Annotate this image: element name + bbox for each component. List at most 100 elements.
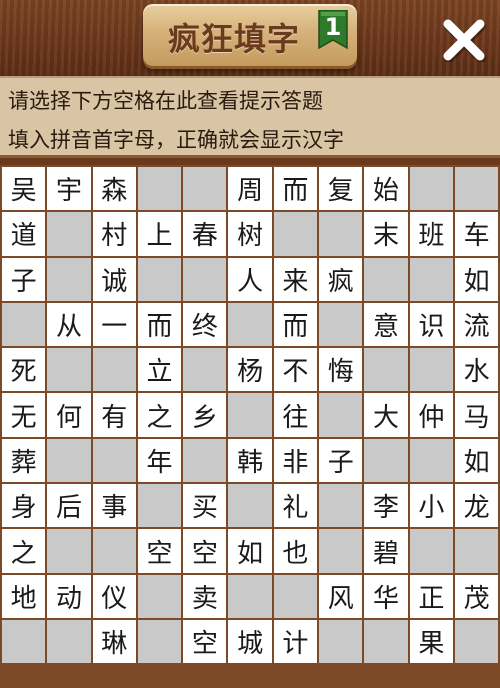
grid-cell[interactable]: 卖 (183, 574, 227, 618)
grid-cell[interactable]: 城 (228, 619, 272, 664)
grid-cell[interactable]: 吴 (2, 167, 46, 211)
grid-cell[interactable]: 意 (364, 302, 408, 347)
grid-cell[interactable]: 空 (137, 529, 182, 573)
grid-cell[interactable]: 车 (454, 212, 499, 256)
grid-cell[interactable]: 葬 (2, 438, 46, 483)
grid-cell[interactable]: 流 (454, 302, 499, 347)
grid-cell[interactable]: 森 (92, 167, 136, 211)
grid-cell[interactable]: 而 (273, 167, 318, 211)
grid-cell-empty (409, 257, 453, 301)
grid-cell[interactable]: 村 (92, 212, 136, 256)
grid-cell[interactable]: 如 (454, 257, 499, 301)
grid-cell[interactable]: 正 (409, 574, 453, 618)
grid-cell-empty (228, 574, 272, 618)
grid-cell[interactable]: 复 (319, 167, 363, 211)
grid-cell[interactable]: 而 (137, 302, 182, 347)
grid-cell[interactable]: 非 (273, 438, 318, 483)
grid-cell[interactable]: 礼 (273, 484, 318, 528)
grid-cell[interactable]: 身 (2, 484, 46, 528)
grid-cell[interactable]: 韩 (228, 438, 272, 483)
grid-cell[interactable]: 何 (47, 393, 91, 437)
grid-cell[interactable]: 仪 (92, 574, 136, 618)
grid-cell[interactable]: 之 (137, 393, 182, 437)
grid-cell[interactable]: 空 (183, 619, 227, 664)
grid-cell[interactable]: 始 (364, 167, 408, 211)
grid-cell[interactable]: 大 (364, 393, 408, 437)
grid-cell[interactable]: 而 (273, 302, 318, 347)
level-flag-icon: 1 (317, 9, 349, 50)
grid-cell[interactable]: 仲 (409, 393, 453, 437)
grid-cell-empty (137, 484, 182, 528)
grid-cell[interactable]: 宇 (47, 167, 91, 211)
grid-cell[interactable]: 人 (228, 257, 272, 301)
grid-cell[interactable]: 乡 (183, 393, 227, 437)
grid-cell[interactable]: 碧 (364, 529, 408, 573)
grid-cell[interactable]: 来 (273, 257, 318, 301)
grid-cell[interactable]: 有 (92, 393, 136, 437)
grid-cell-empty (137, 167, 182, 211)
grid-cell[interactable]: 空 (183, 529, 227, 573)
grid-cell[interactable]: 立 (137, 348, 182, 392)
grid-cell[interactable]: 死 (2, 348, 46, 392)
grid-cell[interactable]: 也 (273, 529, 318, 573)
grid-cell[interactable]: 树 (228, 212, 272, 256)
grid-cell[interactable]: 如 (228, 529, 272, 573)
grid-cell[interactable]: 无 (2, 393, 46, 437)
crossword-grid: 吴宇森周而复始道村上春树末班车子诚人来疯如从一而终而意识流死立杨不悔水无何有之乡… (2, 167, 499, 664)
grid-cell[interactable]: 悔 (319, 348, 363, 392)
grid-cell[interactable]: 末 (364, 212, 408, 256)
grid-cell[interactable]: 杨 (228, 348, 272, 392)
grid-cell[interactable]: 后 (47, 484, 91, 528)
grid-cell[interactable]: 不 (273, 348, 318, 392)
title-plaque: 疯狂填字 1 (143, 4, 357, 66)
grid-cell[interactable]: 李 (364, 484, 408, 528)
grid-cell[interactable]: 果 (409, 619, 453, 664)
grid-cell[interactable]: 计 (273, 619, 318, 664)
grid-cell[interactable]: 小 (409, 484, 453, 528)
grid-cell[interactable]: 茂 (454, 574, 499, 618)
grid-cell[interactable]: 从 (47, 302, 91, 347)
level-number: 1 (324, 13, 342, 41)
grid-cell[interactable]: 识 (409, 302, 453, 347)
game-title: 疯狂填字 (167, 20, 300, 58)
grid-cell[interactable]: 之 (2, 529, 46, 573)
grid-cell[interactable]: 地 (2, 574, 46, 618)
grid-cell[interactable]: 子 (2, 257, 46, 301)
grid-cell-empty (273, 574, 318, 618)
grid-cell[interactable]: 疯 (319, 257, 363, 301)
grid-cell[interactable]: 华 (364, 574, 408, 618)
grid-cell[interactable]: 马 (454, 393, 499, 437)
grid-cell-empty (454, 529, 499, 573)
grid-cell[interactable]: 买 (183, 484, 227, 528)
grid-cell[interactable]: 水 (454, 348, 499, 392)
grid-cell-empty (364, 619, 408, 664)
grid-cell[interactable]: 往 (273, 393, 318, 437)
grid-cell-empty (364, 438, 408, 483)
grid-cell-empty (454, 167, 499, 211)
hint-line-1: 请选择下方空格在此查看提示答题 (8, 89, 323, 113)
grid-cell[interactable]: 如 (454, 438, 499, 483)
grid-cell[interactable]: 龙 (454, 484, 499, 528)
grid-cell[interactable]: 班 (409, 212, 453, 256)
grid-cell[interactable]: 春 (183, 212, 227, 256)
hint-panel: 请选择下方空格在此查看提示答题 填入拼音首字母，正确就会显示汉字 (0, 76, 500, 158)
grid-cell[interactable]: 事 (92, 484, 136, 528)
grid-cell[interactable]: 终 (183, 302, 227, 347)
grid-cell[interactable]: 诚 (92, 257, 136, 301)
grid-cell[interactable]: 子 (319, 438, 363, 483)
grid-cell[interactable]: 周 (228, 167, 272, 211)
grid-cell[interactable]: 琳 (92, 619, 136, 664)
grid-cell[interactable]: 道 (2, 212, 46, 256)
grid-cell[interactable]: 动 (47, 574, 91, 618)
grid-cell-empty (409, 529, 453, 573)
grid-cell-empty (409, 167, 453, 211)
grid-cell[interactable]: 年 (137, 438, 182, 483)
close-button[interactable] (438, 14, 490, 66)
grid-cell[interactable]: 上 (137, 212, 182, 256)
grid-cell[interactable]: 风 (319, 574, 363, 618)
grid-cell-empty (2, 619, 46, 664)
grid-cell[interactable]: 一 (92, 302, 136, 347)
grid-cell-empty (228, 393, 272, 437)
grid-cell-empty (47, 619, 91, 664)
grid-cell-empty (92, 348, 136, 392)
